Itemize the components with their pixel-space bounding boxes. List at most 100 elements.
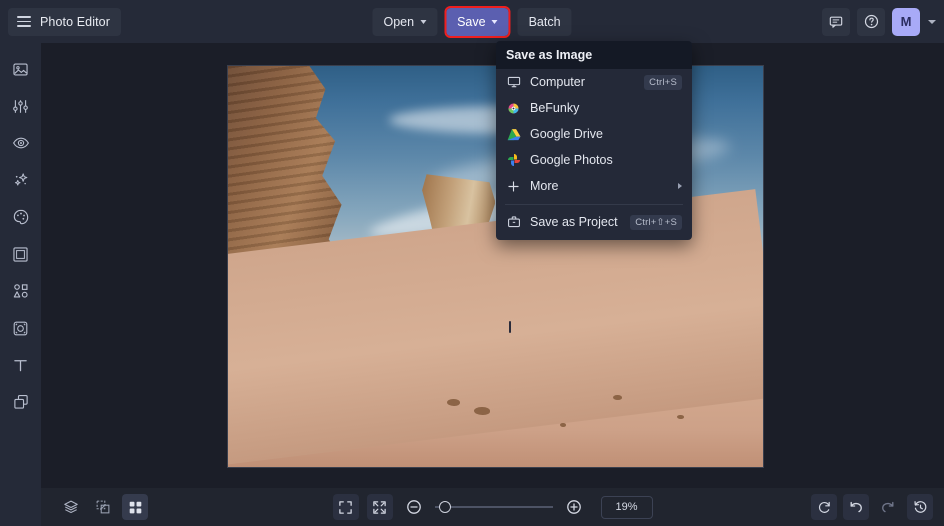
chevron-down-icon — [491, 20, 498, 24]
hamburger-icon — [17, 16, 31, 27]
zoom-slider-track — [434, 506, 553, 508]
open-label: Open — [383, 14, 415, 29]
sidebar-item-frames[interactable] — [6, 242, 36, 266]
pebble — [447, 398, 461, 406]
sidebar-item-artsy[interactable] — [6, 205, 36, 229]
help-icon — [864, 14, 878, 29]
shapes-icon — [13, 284, 28, 298]
bottom-toolbar: 19% — [41, 488, 944, 526]
menu-item-befunky[interactable]: BeFunky — [496, 95, 692, 121]
monitor-icon — [506, 75, 521, 89]
editor-canvas[interactable] — [41, 43, 944, 488]
layers-button[interactable] — [58, 494, 84, 520]
pebble — [613, 394, 623, 400]
menu-item-google-photos[interactable]: Google Photos — [496, 147, 692, 173]
zoom-level-value[interactable]: 19% — [600, 495, 653, 519]
save-label: Save — [457, 14, 486, 29]
reset-button[interactable] — [811, 494, 837, 520]
sidebar-item-text[interactable] — [6, 353, 36, 377]
menu-divider — [505, 204, 683, 205]
chevron-right-icon — [678, 183, 682, 189]
menu-item-save-as-project[interactable]: Save as Project Ctrl+⇧+S — [496, 209, 692, 235]
menu-item-label: Google Drive — [530, 127, 603, 141]
layers-icon — [64, 500, 78, 514]
menu-item-computer[interactable]: Computer Ctrl+S — [496, 69, 692, 95]
menu-item-label: Save as Project — [530, 215, 618, 229]
zoom-slider-handle[interactable] — [438, 501, 451, 513]
text-icon — [14, 359, 27, 371]
plus-circle-icon — [566, 500, 581, 514]
sidebar-item-touch-up[interactable] — [6, 131, 36, 155]
plus-icon — [506, 180, 521, 193]
eye-icon — [12, 137, 29, 149]
menu-item-shortcut: Ctrl+⇧+S — [630, 214, 682, 230]
help-button[interactable] — [857, 7, 885, 36]
fullscreen-button[interactable] — [332, 494, 359, 520]
zoom-slider[interactable] — [434, 500, 553, 514]
chat-icon — [829, 16, 843, 28]
pebble — [677, 414, 685, 419]
hiker-figure — [508, 320, 512, 333]
app-menu-button[interactable]: Photo Editor — [8, 7, 121, 36]
avatar[interactable]: M — [892, 7, 920, 36]
bottom-left-tools — [41, 494, 148, 520]
sparkles-icon — [14, 173, 27, 186]
fullscreen-icon — [339, 500, 352, 514]
batch-button[interactable]: Batch — [517, 7, 572, 36]
grid-button[interactable] — [122, 494, 148, 520]
zoom-in-button[interactable] — [561, 494, 587, 520]
top-header-bar: Photo Editor Open Save Batch M — [0, 0, 944, 43]
palette-icon — [13, 209, 28, 225]
image-icon — [13, 63, 28, 75]
fit-screen-icon — [373, 500, 386, 514]
menu-item-label: BeFunky — [530, 101, 580, 115]
compare-icon — [96, 500, 110, 514]
menu-item-label: More — [530, 179, 559, 193]
frame-icon — [13, 246, 28, 262]
save-dropdown-menu: Save as Image Computer Ctrl+S BeFunky Go… — [496, 41, 692, 240]
minus-circle-icon — [406, 500, 421, 514]
zoom-controls: 19% — [332, 494, 653, 520]
chevron-down-icon — [420, 20, 427, 24]
layers-stack-icon — [13, 394, 28, 409]
fit-to-screen-button[interactable] — [366, 494, 393, 520]
compare-button[interactable] — [90, 494, 116, 520]
save-button[interactable]: Save — [444, 5, 511, 38]
chevron-down-icon[interactable] — [928, 19, 936, 24]
sidebar-item-collage[interactable] — [6, 390, 36, 414]
save-menu-title: Save as Image — [496, 41, 692, 69]
menu-item-more[interactable]: More — [496, 173, 692, 199]
sidebar-item-graphics[interactable] — [6, 279, 36, 303]
sidebar-item-edit[interactable] — [6, 94, 36, 118]
sidebar-item-image[interactable] — [6, 57, 36, 81]
menu-item-label: Computer — [530, 75, 585, 89]
left-tool-sidebar — [0, 43, 41, 526]
menu-item-label: Google Photos — [530, 153, 613, 167]
undo-icon — [850, 501, 862, 513]
batch-label: Batch — [528, 14, 561, 29]
sidebar-item-effects[interactable] — [6, 168, 36, 192]
overlay-icon — [13, 321, 28, 335]
open-button[interactable]: Open — [372, 7, 438, 36]
zoom-out-button[interactable] — [401, 494, 427, 520]
pebble — [474, 406, 491, 415]
history-button[interactable] — [907, 494, 933, 520]
project-icon — [506, 215, 521, 229]
sliders-icon — [13, 99, 28, 113]
sidebar-item-textures[interactable] — [6, 316, 36, 340]
menu-item-google-drive[interactable]: Google Drive — [496, 121, 692, 147]
app-title: Photo Editor — [40, 14, 110, 29]
bottom-right-tools — [811, 494, 933, 520]
photo-editor-app: Photo Editor Open Save Batch M Save as I… — [0, 0, 944, 526]
reset-icon — [818, 501, 830, 513]
header-left-group: Photo Editor — [0, 7, 121, 36]
redo-button[interactable] — [875, 494, 901, 520]
avatar-initial: M — [900, 14, 912, 29]
grid-icon — [129, 501, 141, 513]
pebble — [559, 422, 566, 427]
undo-button[interactable] — [843, 494, 869, 520]
feedback-button[interactable] — [822, 7, 850, 36]
menu-item-shortcut: Ctrl+S — [644, 74, 682, 90]
redo-icon — [882, 501, 894, 513]
google-drive-icon — [506, 128, 521, 141]
